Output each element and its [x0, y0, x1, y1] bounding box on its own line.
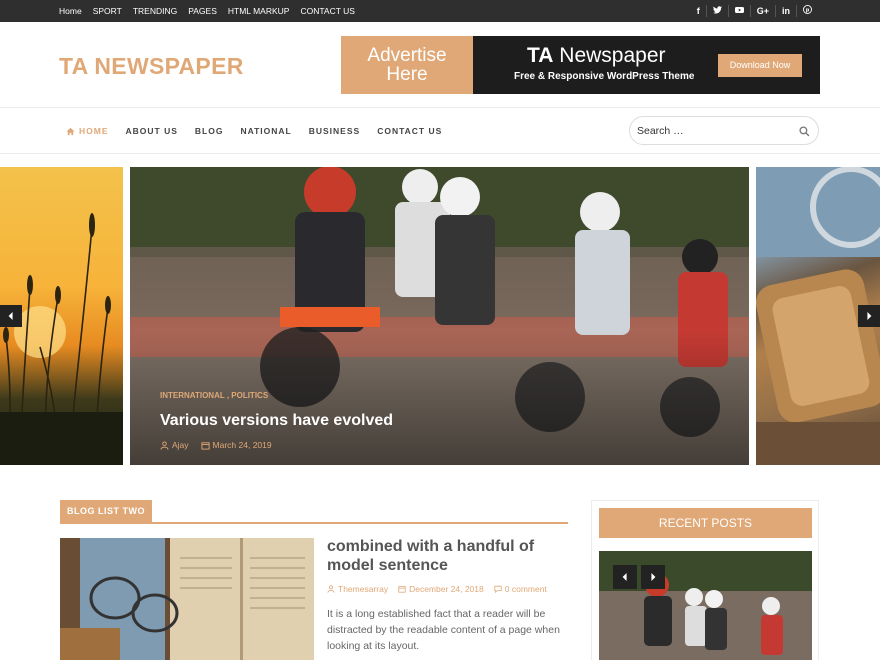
comment-icon [494, 585, 502, 593]
post-excerpt: It is a long established fact that a rea… [327, 608, 560, 652]
menu-item-home-label: HOME [79, 126, 109, 136]
recent-posts-title: RECENT POSTS [599, 508, 812, 538]
post-title[interactable]: combined with a handful of model sentenc… [327, 537, 572, 575]
recent-prev-button[interactable] [613, 565, 637, 589]
slide-categories[interactable]: INTERNATIONAL , POLITICS [160, 391, 268, 400]
download-now-button[interactable]: Download Now [718, 54, 802, 77]
menu-item-national[interactable]: NATIONAL [240, 126, 291, 136]
menu-item-business[interactable]: BUSINESS [309, 126, 360, 136]
youtube-icon[interactable] [727, 5, 750, 17]
banner-title-bold: TA [527, 44, 554, 67]
slide-date: March 24, 2019 [212, 440, 272, 450]
section-title: BLOG LIST TWO [60, 500, 152, 523]
menu-item-blog[interactable]: BLOG [195, 126, 224, 136]
post-date: December 24, 2018 [409, 584, 484, 594]
advertise-banner[interactable]: Advertise Here TA Newspaper Free & Respo… [341, 36, 820, 94]
menu-item-about-us[interactable]: ABOUT US [126, 126, 178, 136]
menu-item-contact-us[interactable]: CONTACT US [377, 126, 442, 136]
facebook-icon[interactable]: f [691, 5, 706, 17]
user-icon [160, 440, 169, 450]
recent-next-button[interactable] [641, 565, 665, 589]
main-menu: HOME ABOUT US BLOG NATIONAL BUSINESS CON… [66, 108, 459, 154]
twitter-icon[interactable] [705, 5, 728, 17]
slide-author[interactable]: Ajay [172, 440, 189, 450]
top-nav-sport[interactable]: SPORT [93, 6, 122, 16]
home-icon [66, 127, 75, 135]
banner-subtitle: Free & Responsive WordPress Theme [514, 71, 695, 82]
linkedin-icon[interactable]: in [775, 5, 796, 17]
search-box [629, 116, 819, 145]
top-nav: Home SPORT TRENDING PAGES HTML MARKUP CO… [59, 0, 366, 22]
post-comments[interactable]: 0 comment [505, 584, 547, 594]
blog-list-section-header: BLOG LIST TWO [60, 500, 568, 524]
post-author[interactable]: Themesarray [338, 584, 388, 594]
google-plus-icon[interactable]: G+ [749, 5, 775, 17]
site-logo[interactable]: TA NEWSPAPER [59, 53, 244, 80]
post-thumbnail[interactable] [60, 538, 314, 660]
banner-title-rest: Newspaper [553, 44, 666, 67]
chevron-right-icon [651, 573, 656, 581]
theme-promo: TA Newspaper Free & Responsive WordPress… [473, 36, 820, 94]
book-glasses-image [60, 538, 314, 660]
main-nav: HOME ABOUT US BLOG NATIONAL BUSINESS CON… [0, 108, 880, 154]
chevron-right-icon [867, 312, 872, 320]
top-nav-home[interactable]: Home [59, 6, 82, 16]
chevron-left-icon [622, 573, 627, 581]
slide-title[interactable]: Various versions have evolved [160, 412, 393, 430]
calendar-icon [398, 586, 406, 593]
top-bar: Home SPORT TRENDING PAGES HTML MARKUP CO… [0, 0, 880, 22]
featured-slider: INTERNATIONAL , POLITICS Various version… [0, 167, 880, 465]
svg-text:p: p [806, 7, 810, 13]
calendar-icon [200, 441, 210, 450]
post-meta: Themesarray December 24, 2018 0 comment [327, 584, 547, 594]
banner-title: TA Newspaper [527, 44, 666, 68]
menu-item-home[interactable]: HOME [66, 126, 109, 136]
slider-next-button[interactable] [858, 305, 880, 327]
advertise-here-block: Advertise Here [341, 36, 473, 94]
recent-post-image[interactable] [599, 551, 812, 660]
user-icon [327, 585, 335, 593]
top-nav-pages[interactable]: PAGES [188, 6, 217, 16]
pinterest-icon[interactable]: p [796, 5, 818, 17]
top-nav-contact-us[interactable]: CONTACT US [300, 6, 354, 16]
top-nav-trending[interactable]: TRENDING [133, 6, 177, 16]
chevron-left-icon [8, 312, 13, 320]
sidebar-widget: RECENT POSTS [591, 500, 819, 660]
social-links: f G+ in p [691, 0, 818, 22]
search-input[interactable] [637, 124, 797, 137]
slider-prev-button[interactable] [0, 305, 22, 327]
top-nav-html-markup[interactable]: HTML MARKUP [228, 6, 290, 16]
advertise-line-2: Here [386, 64, 428, 85]
advertise-line-1: Advertise [367, 45, 447, 66]
slide-main[interactable]: INTERNATIONAL , POLITICS Various version… [130, 167, 749, 465]
site-header: TA NEWSPAPER Advertise Here TA Newspaper… [0, 22, 880, 108]
slide-meta: Ajay March 24, 2019 [160, 440, 272, 450]
search-icon[interactable] [799, 126, 810, 137]
